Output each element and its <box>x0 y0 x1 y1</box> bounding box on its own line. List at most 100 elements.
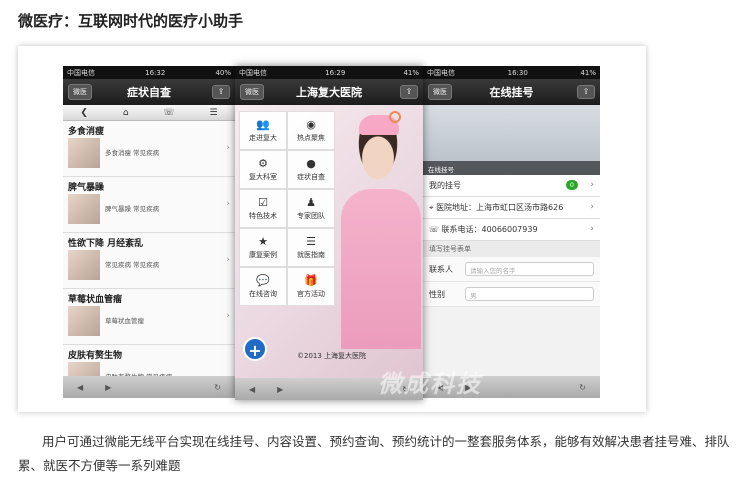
my-registration-row[interactable]: 我的挂号 0 › <box>423 175 600 197</box>
menu-grid: 👥 走进复大 ◉ 热点聚焦 ⚙ 复大科室 ● 症状自查 ☑ 特色技术 ♟ 专家团队 ★ 康复案… <box>239 111 335 306</box>
share-icon[interactable]: ⇪ <box>577 85 595 99</box>
menu-label: 官方活动 <box>297 290 325 298</box>
item-name: 性欲下降 月经紊乱 <box>68 239 144 249</box>
checkbox-icon: ☑ <box>258 196 268 209</box>
address-row[interactable]: ⌖ 医院地址：上海市虹口区汤市路626 › <box>423 197 600 219</box>
nav-forward-icon[interactable]: ▶ <box>277 385 283 394</box>
nurse-face <box>355 127 401 183</box>
list-item[interactable]: 多食消瘦 多食消瘦 常见疾病 › <box>63 121 235 177</box>
menu-item[interactable]: ★ 康复案例 <box>239 228 287 267</box>
back-button[interactable]: 微医 <box>240 84 264 100</box>
nav-back-icon[interactable]: ◀ <box>249 385 255 394</box>
item-desc: 脾气暴躁 常见疾病 <box>105 205 160 213</box>
menu-label: 在线咨询 <box>249 290 277 298</box>
menu-item[interactable]: ♟ 专家团队 <box>287 189 335 228</box>
phone-text: 联系电话：40066007939 <box>441 225 538 234</box>
location-icon: ⌖ <box>429 203 437 212</box>
menu-item[interactable]: ● 症状自查 <box>287 150 335 189</box>
chevron-right-icon: › <box>590 179 594 190</box>
doctor-icon: ♟ <box>306 196 316 209</box>
description-text: 用户可通过微能无线平台实现在线挂号、内容设置、预约查询、预约统计的一整套服务体系… <box>18 434 730 473</box>
menu-label: 就医指南 <box>297 251 325 259</box>
refresh-icon[interactable]: ↻ <box>214 383 221 392</box>
address-text: 医院地址：上海市虹口区汤市路626 <box>436 203 564 212</box>
menu-item[interactable]: ◉ 热点聚焦 <box>287 111 335 150</box>
nav-forward-icon[interactable]: ▶ <box>105 383 111 392</box>
item-name: 脾气暴躁 <box>68 183 105 193</box>
menu-label: 复大科室 <box>249 173 277 181</box>
form-section-title: 填写挂号表单 <box>423 241 600 257</box>
chevron-right-icon: › <box>226 143 230 153</box>
chevron-right-icon: › <box>226 199 230 209</box>
back-button[interactable]: 微医 <box>68 84 92 100</box>
menu-label: 症状自查 <box>297 173 325 181</box>
list-item[interactable]: 脾气暴躁 脾气暴躁 常见疾病 › <box>63 177 235 233</box>
gender-field-row: 性别 男 <box>423 282 600 307</box>
phone-online-registration: 中国电信 16:30 41% 微医 在线挂号 ⇪ 在线挂号 我的挂号 0 › ⌖… <box>423 66 600 398</box>
add-button[interactable]: + <box>243 337 267 361</box>
item-desc: 多食消瘦 常见疾病 <box>105 149 160 157</box>
back-button[interactable]: 微医 <box>428 84 452 100</box>
status-bar: 中国电信 16:30 41% <box>423 66 600 79</box>
nav-bar: 微医 症状自查 ⇪ <box>63 79 235 105</box>
item-name: 皮肤有赘生物 <box>68 351 123 361</box>
menu-item[interactable]: ☰ 就医指南 <box>287 228 335 267</box>
battery-label: 41% <box>580 68 596 77</box>
chevron-right-icon: › <box>226 311 230 321</box>
carrier-label: 中国电信 <box>239 68 267 77</box>
status-bar: 中国电信 16:32 40% <box>63 66 235 79</box>
refresh-icon[interactable]: ↻ <box>579 383 586 392</box>
count-badge: 0 <box>565 180 578 190</box>
hospital-hall-photo: 在线挂号 <box>423 105 600 175</box>
gift-icon: 🎁 <box>304 274 318 287</box>
nav-bar: 微医 上海复大医院 ⇪ <box>235 79 423 105</box>
field-label: 联系人 <box>429 264 453 274</box>
play-icon[interactable] <box>389 111 401 123</box>
menu-item[interactable]: 👥 走进复大 <box>239 111 287 150</box>
chevron-right-icon: › <box>590 201 594 212</box>
menu-item[interactable]: 💬 在线咨询 <box>239 267 287 306</box>
list-item[interactable]: 草莓状血管瘤 草莓状血管瘤 › <box>63 289 235 345</box>
thumbnail <box>68 306 100 336</box>
back-arrow-icon[interactable]: ❮ <box>80 108 88 118</box>
menu-label: 热点聚焦 <box>297 134 325 142</box>
nurse-photo <box>341 189 421 349</box>
share-icon[interactable]: ⇪ <box>400 85 418 99</box>
item-name: 多食消瘦 <box>68 127 105 137</box>
phone-row[interactable]: ☏ 联系电话：40066007939 › <box>423 219 600 241</box>
list-item[interactable]: 性欲下降 月经紊乱 常见疾病 常见疾病 › <box>63 233 235 289</box>
star-icon: ★ <box>258 235 268 248</box>
gender-select[interactable]: 男 <box>465 287 594 301</box>
browser-bar: ◀ ▶ ↻ <box>63 376 235 398</box>
symptom-list: 多食消瘦 多食消瘦 常见疾病 › 脾气暴躁 脾气暴躁 常见疾病 › 性欲下降 月… <box>63 121 235 398</box>
battery-label: 41% <box>403 68 419 77</box>
phone-showcase: 中国电信 16:32 40% 微医 症状自查 ⇪ ❮ ⌂ ☏ ☰ 多食消瘦 多食… <box>18 46 646 412</box>
phone-hospital-home: 中国电信 16:29 41% 微医 上海复大医院 ⇪ 👥 走进复大 ◉ 热点聚焦 ⚙… <box>235 66 423 400</box>
battery-label: 40% <box>215 68 231 77</box>
menu-item[interactable]: 🎁 官方活动 <box>287 267 335 306</box>
carrier-label: 中国电信 <box>427 68 455 77</box>
home-icon[interactable]: ⌂ <box>123 108 129 118</box>
menu-label: 康复案例 <box>249 251 277 259</box>
menu-label: 走进复大 <box>249 134 277 142</box>
phone-icon[interactable]: ☏ <box>163 108 174 118</box>
status-bar: 中国电信 16:29 41% <box>235 66 423 79</box>
phone-icon: ☏ <box>429 225 442 234</box>
menu-item[interactable]: ⚙ 复大科室 <box>239 150 287 189</box>
menu-item[interactable]: ☑ 特色技术 <box>239 189 287 228</box>
share-icon[interactable]: ⇪ <box>212 85 230 99</box>
contact-name-input[interactable]: 请输入您的名字 <box>465 262 594 276</box>
chat-icon: 💬 <box>256 274 270 287</box>
page-title: 微医疗：互联网时代的医疗小助手 <box>18 12 244 30</box>
field-label: 性别 <box>429 289 445 299</box>
copyright-text: ©2013 上海复大医院 <box>297 352 367 360</box>
menu-icon[interactable]: ☰ <box>209 108 217 118</box>
contact-field-row: 联系人 请输入您的名字 <box>423 257 600 282</box>
nav-back-icon[interactable]: ◀ <box>77 383 83 392</box>
item-name: 草莓状血管瘤 <box>68 295 123 305</box>
thumbnail <box>68 194 100 224</box>
rss-icon: ◉ <box>306 118 316 131</box>
nav-bar: 微医 在线挂号 ⇪ <box>423 79 600 105</box>
item-desc: 草莓状血管瘤 <box>105 317 144 325</box>
list-icon: ☰ <box>306 235 316 248</box>
